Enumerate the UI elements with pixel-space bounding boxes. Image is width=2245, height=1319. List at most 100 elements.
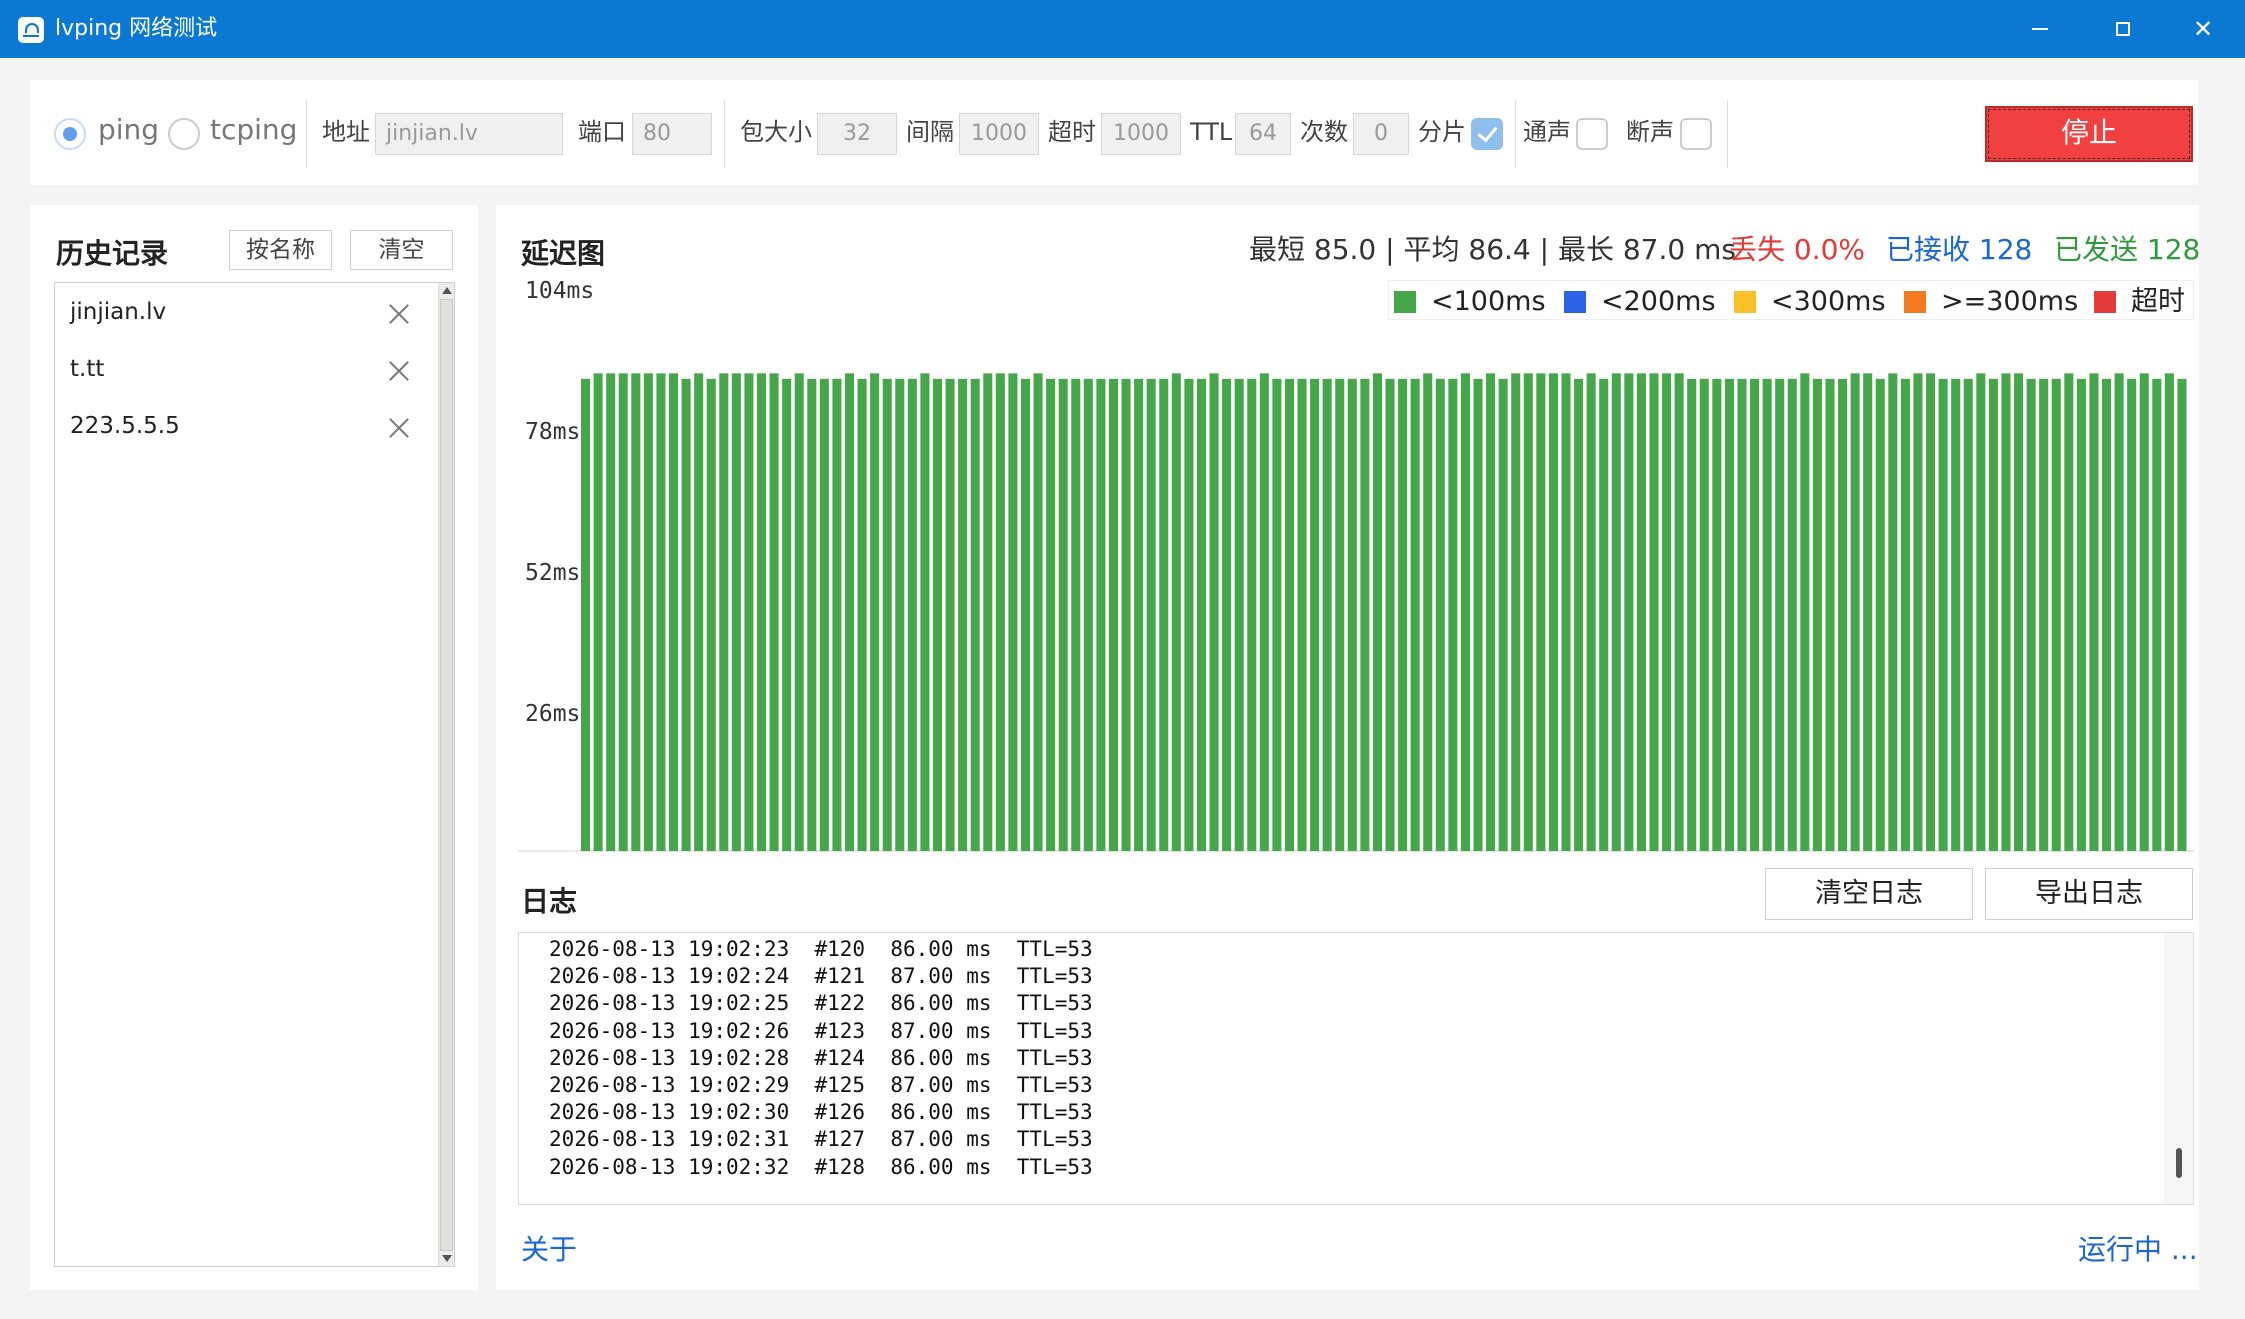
y-tick-label: 104ms: [525, 280, 594, 304]
remove-icon[interactable]: [388, 303, 410, 325]
chart-bar: [1825, 378, 1835, 851]
count-input[interactable]: 0: [1353, 113, 1409, 155]
sort-by-name-button[interactable]: 按名称: [229, 230, 332, 270]
chart-bar: [1636, 373, 1646, 851]
chart-bar: [782, 378, 792, 851]
chart-bar: [1863, 373, 1873, 851]
chart-bar: [1347, 378, 1357, 851]
packet-size-label: 包大小: [740, 118, 812, 146]
chart-bar: [1360, 378, 1370, 851]
history-item[interactable]: 223.5.5.5: [55, 401, 415, 457]
history-item[interactable]: t.tt: [55, 344, 415, 400]
chart-bar: [1222, 378, 1232, 851]
chart-bar: [1511, 373, 1521, 851]
interval-label: 间隔: [906, 118, 954, 146]
timeout-input[interactable]: 1000: [1101, 113, 1181, 155]
ttl-input[interactable]: 64: [1235, 113, 1291, 155]
divider: [1515, 100, 1516, 168]
scroll-thumb[interactable]: [440, 299, 453, 1251]
beep-ok-label: 通声: [1523, 118, 1571, 146]
timeout-label: 超时: [1048, 118, 1096, 146]
beep-fail-label: 断声: [1626, 118, 1674, 146]
legend-swatch: [1394, 291, 1416, 313]
maximize-button[interactable]: [2083, 0, 2163, 58]
chart-bar: [731, 373, 741, 851]
export-log-button[interactable]: 导出日志: [1985, 868, 2193, 920]
minimize-button[interactable]: [2000, 0, 2080, 58]
clear-history-button[interactable]: 清空: [350, 230, 453, 270]
fragment-checkbox[interactable]: [1471, 118, 1503, 150]
clear-log-button[interactable]: 清空日志: [1765, 868, 1973, 920]
log-line: 2026-08-13 19:02:32 #128 86.00 ms TTL=53: [549, 1154, 1093, 1179]
about-link[interactable]: 关于: [521, 1228, 577, 1268]
stop-button[interactable]: 停止: [1985, 106, 2193, 162]
chart-bar: [1272, 378, 1282, 851]
beep-fail-checkbox[interactable]: [1680, 118, 1712, 150]
chart-bar: [1900, 378, 1910, 851]
log-line: 2026-08-13 19:02:25 #122 86.00 ms TTL=53: [549, 991, 1093, 1016]
log-line: 2026-08-13 19:02:24 #121 87.00 ms TTL=53: [549, 964, 1093, 989]
latency-stats: 最短 85.0 | 平均 86.4 | 最长 87.0 ms: [1249, 233, 1736, 266]
chart-bar: [895, 378, 905, 851]
chart-bar: [970, 378, 980, 851]
chart-bar: [694, 373, 704, 851]
tcping-radio[interactable]: [168, 118, 200, 150]
remove-icon[interactable]: [388, 417, 410, 439]
address-input[interactable]: jinjian.lv: [375, 113, 563, 155]
ping-radio[interactable]: [54, 118, 86, 150]
chart-bars: [581, 373, 2187, 851]
history-list: jinjian.lv t.tt 223.5.5.5: [54, 282, 455, 1267]
history-scrollbar[interactable]: [438, 283, 454, 1266]
maximize-icon: [2116, 22, 2130, 36]
chart-bar: [1548, 373, 1558, 851]
ping-label[interactable]: ping: [98, 113, 159, 147]
chart-bar: [1284, 378, 1294, 851]
scroll-down-icon[interactable]: [442, 1255, 452, 1262]
history-item-label: jinjian.lv: [70, 299, 167, 325]
chart-bar: [1385, 378, 1395, 851]
chart-bar: [606, 373, 616, 851]
remove-icon[interactable]: [388, 360, 410, 382]
chart-bar: [945, 378, 955, 851]
chart-bar: [2164, 373, 2174, 851]
packet-size-input[interactable]: 32: [817, 113, 897, 155]
close-button[interactable]: ✕: [2163, 0, 2243, 58]
log-scrollbar[interactable]: [2164, 933, 2193, 1204]
chart-bar: [1926, 373, 1936, 851]
chart-bar: [1913, 373, 1923, 851]
tcping-label[interactable]: tcping: [210, 113, 297, 147]
chart-title: 延迟图: [521, 237, 606, 270]
chart-bar: [857, 378, 867, 851]
chart-bar: [2039, 378, 2049, 851]
minimize-icon: [2032, 28, 2048, 30]
chart-bar: [1800, 373, 1810, 851]
chart-bar: [706, 378, 716, 851]
chart-bar: [2114, 373, 2124, 851]
log-panel[interactable]: 2026-08-13 19:02:23 #120 86.00 ms TTL=53…: [518, 932, 2194, 1205]
chart-bar: [2076, 378, 2086, 851]
interval-input[interactable]: 1000: [959, 113, 1039, 155]
scroll-thumb[interactable]: [2176, 1148, 2182, 1178]
history-item[interactable]: jinjian.lv: [55, 287, 415, 343]
chart-bar: [1976, 373, 1986, 851]
legend-swatch: [1734, 291, 1756, 313]
divider: [724, 100, 725, 168]
log-line: 2026-08-13 19:02:31 #127 87.00 ms TTL=53: [549, 1127, 1093, 1152]
chart-bar: [1171, 373, 1181, 851]
chart-bar: [1951, 378, 1961, 851]
chart-bar: [2089, 373, 2099, 851]
scroll-up-icon[interactable]: [442, 287, 452, 294]
received-stat: 已接收 128: [1886, 233, 2033, 266]
divider: [1727, 100, 1728, 168]
beep-ok-checkbox[interactable]: [1576, 118, 1608, 150]
y-tick-label: 26ms: [525, 701, 580, 727]
legend-label: <300ms: [1771, 286, 1886, 317]
title-bar: lvping 网络测试 ✕: [0, 0, 2245, 58]
chart-bar: [1486, 373, 1496, 851]
chart-bar: [1423, 373, 1433, 851]
chart-bar: [1850, 373, 1860, 851]
port-input[interactable]: 80: [632, 113, 712, 155]
chart-bar: [1838, 378, 1848, 851]
chart-bar: [1058, 378, 1068, 851]
chart-bar: [1561, 373, 1571, 851]
